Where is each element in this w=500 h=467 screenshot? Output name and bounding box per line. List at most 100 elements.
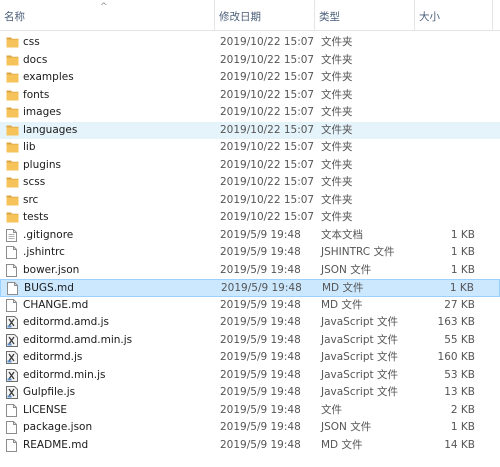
- file-modified-date: 2019/10/22 15:07: [220, 36, 315, 48]
- file-modified-date: 2019/5/9 19:48: [220, 298, 301, 311]
- file-row[interactable]: tests 2019/10/22 15:07 文件夹: [0, 209, 500, 227]
- file-modified-date: 2019/5/9 19:48: [220, 421, 301, 433]
- column-header-type-label: 类型: [319, 11, 340, 23]
- js-file-icon: [6, 386, 18, 399]
- file-type: JavaScript 文件: [321, 368, 398, 381]
- file-modified-date: 2019/5/9 19:48: [220, 351, 301, 363]
- file-size: 1 KB: [450, 246, 475, 258]
- file-row[interactable]: src 2019/10/22 15:07 文件夹: [0, 192, 500, 210]
- folder-icon: [6, 194, 19, 207]
- file-row[interactable]: LICENSE 2019/5/9 19:48 文件 2 KB: [0, 402, 500, 420]
- column-header-name-label: 名称: [4, 11, 25, 23]
- file-modified-date: 2019/5/9 19:48: [220, 316, 301, 328]
- file-icon: [6, 263, 18, 277]
- file-type: MD 文件: [322, 282, 364, 294]
- column-header-size[interactable]: 大小: [415, 0, 493, 30]
- file-name: bower.json: [23, 263, 80, 276]
- file-modified-date: 2019/5/9 19:48: [220, 263, 301, 276]
- file-size: 27 KB: [444, 298, 475, 311]
- file-type: MD 文件: [321, 298, 363, 311]
- file-type: JSON 文件: [321, 421, 372, 433]
- file-row[interactable]: Gulpfile.js 2019/5/9 19:48 JavaScript 文件 13…: [0, 384, 500, 402]
- file-row[interactable]: package.json 2019/5/9 19:48 JSON 文件 1 KB: [0, 419, 500, 437]
- file-type: 文本文档: [321, 228, 363, 241]
- file-modified-date: 2019/5/9 19:48: [220, 403, 301, 416]
- file-size: 13 KB: [444, 386, 475, 398]
- file-row[interactable]: plugins 2019/10/22 15:07 文件夹: [0, 157, 500, 175]
- folder-icon: [6, 211, 19, 224]
- file-row[interactable]: editormd.js 2019/5/9 19:48 JavaScript 文件 16…: [0, 349, 500, 367]
- file-name: src: [23, 193, 39, 206]
- file-row[interactable]: editormd.amd.min.js 2019/5/9 19:48 JavaScr…: [0, 332, 500, 350]
- file-name: languages: [23, 123, 78, 136]
- file-row[interactable]: editormd.min.js 2019/5/9 19:48 JavaScript …: [0, 367, 500, 385]
- file-icon: [6, 403, 18, 417]
- file-row[interactable]: scss 2019/10/22 15:07 文件夹: [0, 174, 500, 192]
- file-size: 1 KB: [450, 263, 475, 276]
- file-row[interactable]: css 2019/10/22 15:07 文件夹: [0, 34, 500, 52]
- file-name: .jshintrc: [23, 246, 65, 258]
- file-row[interactable]: README.md 2019/5/9 19:48 MD 文件 14 KB: [0, 437, 500, 455]
- file-type: 文件夹: [321, 53, 353, 66]
- folder-icon: [6, 176, 19, 189]
- file-name: images: [23, 106, 62, 118]
- file-type: JavaScript 文件: [321, 386, 398, 398]
- folder-icon: [6, 141, 19, 154]
- file-name: editormd.amd.min.js: [23, 333, 133, 346]
- file-row[interactable]: BUGS.md 2019/5/9 19:48 MD 文件 1 KB: [0, 279, 500, 297]
- file-type: 文件夹: [321, 158, 353, 171]
- file-name: CHANGE.md: [23, 298, 89, 311]
- file-type: 文件夹: [321, 88, 353, 101]
- file-row[interactable]: lib 2019/10/22 15:07 文件夹: [0, 139, 500, 157]
- file-size: 1 KB: [450, 421, 475, 433]
- file-type: 文件夹: [321, 71, 353, 83]
- file-type: JavaScript 文件: [321, 351, 398, 363]
- file-modified-date: 2019/5/9 19:48: [220, 368, 301, 381]
- file-row[interactable]: images 2019/10/22 15:07 文件夹: [0, 104, 500, 122]
- file-type: 文件夹: [321, 141, 353, 153]
- file-modified-date: 2019/5/9 19:48: [220, 246, 301, 258]
- file-icon: [7, 282, 19, 295]
- folder-icon: [6, 89, 19, 102]
- file-name: .gitignore: [23, 228, 74, 241]
- file-name: editormd.amd.js: [23, 316, 109, 328]
- file-modified-date: 2019/10/22 15:07: [220, 141, 315, 153]
- file-icon: [6, 438, 18, 452]
- file-name: LICENSE: [23, 403, 68, 416]
- file-modified-date: 2019/10/22 15:07: [220, 106, 315, 118]
- file-name: Gulpfile.js: [23, 386, 76, 398]
- file-size: 53 KB: [444, 368, 475, 381]
- js-file-icon: [6, 316, 18, 329]
- file-row[interactable]: bower.json 2019/5/9 19:48 JSON 文件 1 KB: [0, 262, 500, 280]
- file-type: MD 文件: [321, 438, 363, 451]
- file-size: 1 KB: [449, 282, 474, 294]
- file-name: editormd.js: [23, 351, 83, 363]
- column-header-name[interactable]: 名称 ^: [0, 0, 215, 30]
- file-type: 文件: [321, 403, 342, 416]
- file-size: 2 KB: [450, 403, 475, 416]
- column-header-type[interactable]: 类型: [315, 0, 415, 30]
- js-file-icon: [6, 368, 18, 382]
- js-file-icon: [6, 351, 18, 364]
- folder-icon: [6, 71, 19, 84]
- column-header-modified[interactable]: 修改日期: [215, 0, 315, 30]
- file-row[interactable]: .gitignore 2019/5/9 19:48 文本文档 1 KB: [0, 227, 500, 245]
- file-type: JSON 文件: [321, 263, 372, 276]
- file-type: 文件夹: [321, 211, 353, 223]
- file-modified-date: 2019/10/22 15:07: [220, 176, 315, 188]
- file-row[interactable]: fonts 2019/10/22 15:07 文件夹: [0, 87, 500, 105]
- file-row[interactable]: languages 2019/10/22 15:07 文件夹: [0, 121, 500, 139]
- text-file-icon: [6, 228, 18, 242]
- file-row[interactable]: editormd.amd.js 2019/5/9 19:48 JavaScript …: [0, 314, 500, 332]
- file-name: lib: [23, 141, 36, 153]
- folder-icon: [6, 159, 19, 172]
- file-row[interactable]: examples 2019/10/22 15:07 文件夹: [0, 69, 500, 87]
- file-row[interactable]: docs 2019/10/22 15:07 文件夹: [0, 52, 500, 70]
- file-row[interactable]: CHANGE.md 2019/5/9 19:48 MD 文件 27 KB: [0, 297, 500, 315]
- file-type: 文件夹: [321, 36, 353, 48]
- column-header-bar: 名称 ^ 修改日期 类型 大小: [0, 0, 500, 31]
- folder-icon: [6, 54, 19, 67]
- file-type: 文件夹: [321, 106, 353, 118]
- file-name: BUGS.md: [24, 282, 74, 294]
- file-row[interactable]: .jshintrc 2019/5/9 19:48 JSHINTRC 文件 1 KB: [0, 244, 500, 262]
